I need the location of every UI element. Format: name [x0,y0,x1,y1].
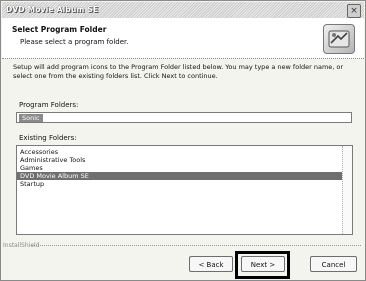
close-button[interactable]: × [347,4,361,18]
header-title: Select Program Folder [12,25,107,34]
close-icon: × [350,6,358,16]
title-bar[interactable]: DVD Movie Album SE × [2,2,364,18]
existing-folders-label: Existing Folders: [19,134,77,142]
window-title: DVD Movie Album SE [6,5,99,14]
header-subtitle: Please select a program folder. [20,38,129,46]
cancel-button[interactable]: Cancel [310,256,357,272]
instructions-text: Setup will add program icons to the Prog… [13,63,344,80]
list-scrollbar[interactable] [342,146,352,234]
dialog-header: Select Program Folder Please select a pr… [2,18,364,59]
next-button-highlight [235,251,290,279]
list-item-selected[interactable]: DVD Movie Album SE [17,172,347,180]
back-button[interactable]: < Back [189,256,233,272]
existing-folders-list[interactable]: Accessories Administrative Tools Games D… [16,145,353,235]
program-folder-label: Program Folders: [19,101,79,109]
program-folder-value: Sonic [19,114,43,122]
footer-divider [31,245,361,246]
list-item[interactable]: Accessories [17,148,347,156]
list-item[interactable]: Administrative Tools [17,156,347,164]
installer-logo-icon [323,24,355,54]
setup-dialog: DVD Movie Album SE × Select Program Fold… [0,0,366,281]
program-folder-input[interactable]: Sonic [16,112,352,123]
list-item[interactable]: Startup [17,180,347,188]
list-item[interactable]: Games [17,164,347,172]
